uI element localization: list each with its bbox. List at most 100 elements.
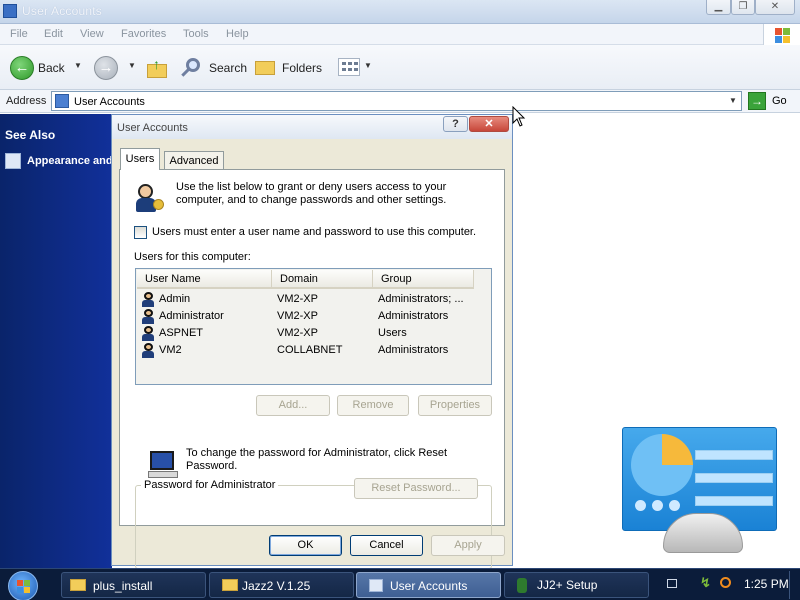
folder-icon — [70, 579, 86, 591]
user-name: Administrator — [159, 310, 224, 322]
column-header-user-name[interactable]: User Name — [137, 270, 272, 289]
require-password-checkbox[interactable] — [134, 226, 147, 239]
cancel-button[interactable]: Cancel — [350, 535, 423, 556]
folders-button[interactable]: Folders — [282, 61, 322, 75]
taskbar: plus_install Jazz2 V.1.25 User Accounts … — [0, 568, 800, 600]
user-domain: VM2-XP — [277, 327, 318, 339]
setup-icon — [517, 578, 527, 593]
go-button[interactable]: Go — [772, 95, 787, 107]
taskbar-item[interactable]: plus_install — [61, 572, 206, 598]
users-icon — [134, 182, 168, 214]
mouse-cursor-icon — [512, 106, 526, 127]
taskbar-item-label: JJ2+ Setup — [537, 578, 598, 592]
user-name: VM2 — [159, 344, 182, 356]
tray-network-icon[interactable]: ↯ — [700, 575, 711, 591]
appearance-link[interactable]: Appearance and — [27, 155, 113, 167]
user-name: Admin — [159, 293, 191, 305]
taskbar-item[interactable]: JJ2+ Setup — [504, 572, 649, 598]
control-panel-icon — [55, 94, 69, 108]
remove-user-button[interactable]: Remove — [337, 395, 409, 416]
start-logo-icon — [17, 580, 23, 586]
user-icon — [141, 309, 155, 324]
dialog-close-button[interactable]: ✕ — [469, 116, 509, 132]
forward-arrow-icon[interactable]: → — [94, 56, 118, 80]
address-dropdown-icon[interactable]: ▼ — [725, 92, 741, 110]
password-group-text: To change the password for Administrator… — [186, 447, 448, 472]
menu-tools[interactable]: Tools — [183, 28, 209, 40]
tab-advanced[interactable]: Advanced — [164, 151, 224, 170]
user-name: ASPNET — [159, 327, 204, 339]
taskbar-item-active[interactable]: User Accounts — [356, 572, 501, 598]
menu-edit[interactable]: Edit — [44, 28, 63, 40]
password-group-legend: Password for Administrator — [141, 479, 279, 491]
start-button[interactable] — [8, 571, 38, 600]
minimize-button[interactable]: ▁ — [706, 0, 731, 15]
address-label: Address — [6, 95, 47, 107]
require-password-label[interactable]: Users must enter a user name and passwor… — [152, 226, 476, 238]
tab-users[interactable]: Users — [120, 148, 160, 170]
taskbar-item[interactable]: Jazz2 V.1.25 — [209, 572, 354, 598]
user-group: Administrators — [378, 344, 449, 356]
user-domain: VM2-XP — [277, 310, 318, 322]
maximize-button[interactable]: ❐ — [731, 0, 755, 15]
back-button[interactable]: Back — [38, 61, 65, 75]
window-app-icon — [3, 4, 17, 18]
user-icon — [141, 326, 155, 341]
window-titlebar: User Accounts ▁ ❐ ✕ — [0, 0, 800, 24]
folders-icon[interactable] — [255, 57, 277, 77]
ok-button[interactable]: OK — [269, 535, 342, 556]
show-desktop-button[interactable] — [789, 571, 800, 599]
user-icon — [141, 292, 155, 307]
folder-up-icon[interactable]: ↑ — [147, 56, 169, 80]
user-domain: COLLABNET — [277, 344, 343, 356]
taskbar-item-label: User Accounts — [390, 579, 468, 593]
search-icon[interactable] — [180, 57, 202, 79]
properties-button[interactable]: Properties — [418, 395, 492, 416]
views-dropdown-icon[interactable]: ▼ — [364, 61, 372, 70]
windows-logo-icon — [763, 24, 800, 46]
views-icon[interactable] — [338, 58, 360, 76]
add-user-button[interactable]: Add... — [256, 395, 330, 416]
tray-search-icon[interactable] — [720, 577, 731, 588]
folder-icon — [222, 579, 238, 591]
address-input[interactable]: User Accounts ▼ — [51, 91, 742, 111]
left-task-pane: See Also Appearance and — [0, 114, 113, 568]
search-button[interactable]: Search — [209, 61, 247, 75]
menu-bar: File Edit View Favorites Tools Help — [0, 24, 800, 45]
column-header-domain[interactable]: Domain — [272, 270, 373, 289]
menu-file[interactable]: File — [10, 28, 28, 40]
user-group: Users — [378, 327, 407, 339]
column-header-group[interactable]: Group — [373, 270, 474, 289]
user-row[interactable]: VM2 COLLABNET Administrators — [137, 342, 467, 359]
reset-password-button[interactable]: Reset Password... — [354, 478, 478, 499]
see-also-heading: See Also — [5, 128, 56, 142]
user-row[interactable]: ASPNET VM2-XP Users — [137, 325, 467, 342]
user-group: Administrators; ... — [378, 293, 464, 305]
user-domain: VM2-XP — [277, 293, 318, 305]
dialog-title: User Accounts — [117, 122, 188, 134]
address-value: User Accounts — [74, 96, 145, 108]
tray-monitor-icon[interactable] — [667, 579, 677, 588]
back-dropdown-icon[interactable]: ▼ — [74, 61, 82, 70]
users-list[interactable]: User Name Domain Group Admin VM2-XP Admi… — [135, 268, 492, 385]
taskbar-item-label: plus_install — [93, 579, 153, 593]
user-row[interactable]: Administrator VM2-XP Administrators — [137, 308, 467, 325]
dialog-help-button[interactable]: ? — [443, 116, 468, 132]
go-arrow-icon[interactable]: → — [748, 92, 766, 110]
forward-dropdown-icon[interactable]: ▼ — [128, 61, 136, 70]
user-row[interactable]: Admin VM2-XP Administrators; ... — [137, 291, 467, 308]
menu-favorites[interactable]: Favorites — [121, 28, 166, 40]
taskbar-item-label: Jazz2 V.1.25 — [242, 579, 311, 593]
back-arrow-icon[interactable]: ← — [10, 56, 34, 80]
toolbar: ← Back ▼ → ▼ ↑ Search Folders ▼ — [0, 45, 800, 90]
user-accounts-dialog: User Accounts ? ✕ Users Advanced Use the… — [111, 114, 513, 569]
appearance-icon — [5, 153, 21, 169]
menu-view[interactable]: View — [80, 28, 104, 40]
close-button[interactable]: ✕ — [755, 0, 795, 15]
computer-icon — [148, 449, 180, 479]
apply-button[interactable]: Apply — [431, 535, 505, 556]
dialog-titlebar: User Accounts ? ✕ — [112, 115, 512, 139]
users-list-label: Users for this computer: — [134, 251, 251, 263]
menu-help[interactable]: Help — [226, 28, 249, 40]
clock[interactable]: 1:25 PM — [744, 577, 789, 591]
